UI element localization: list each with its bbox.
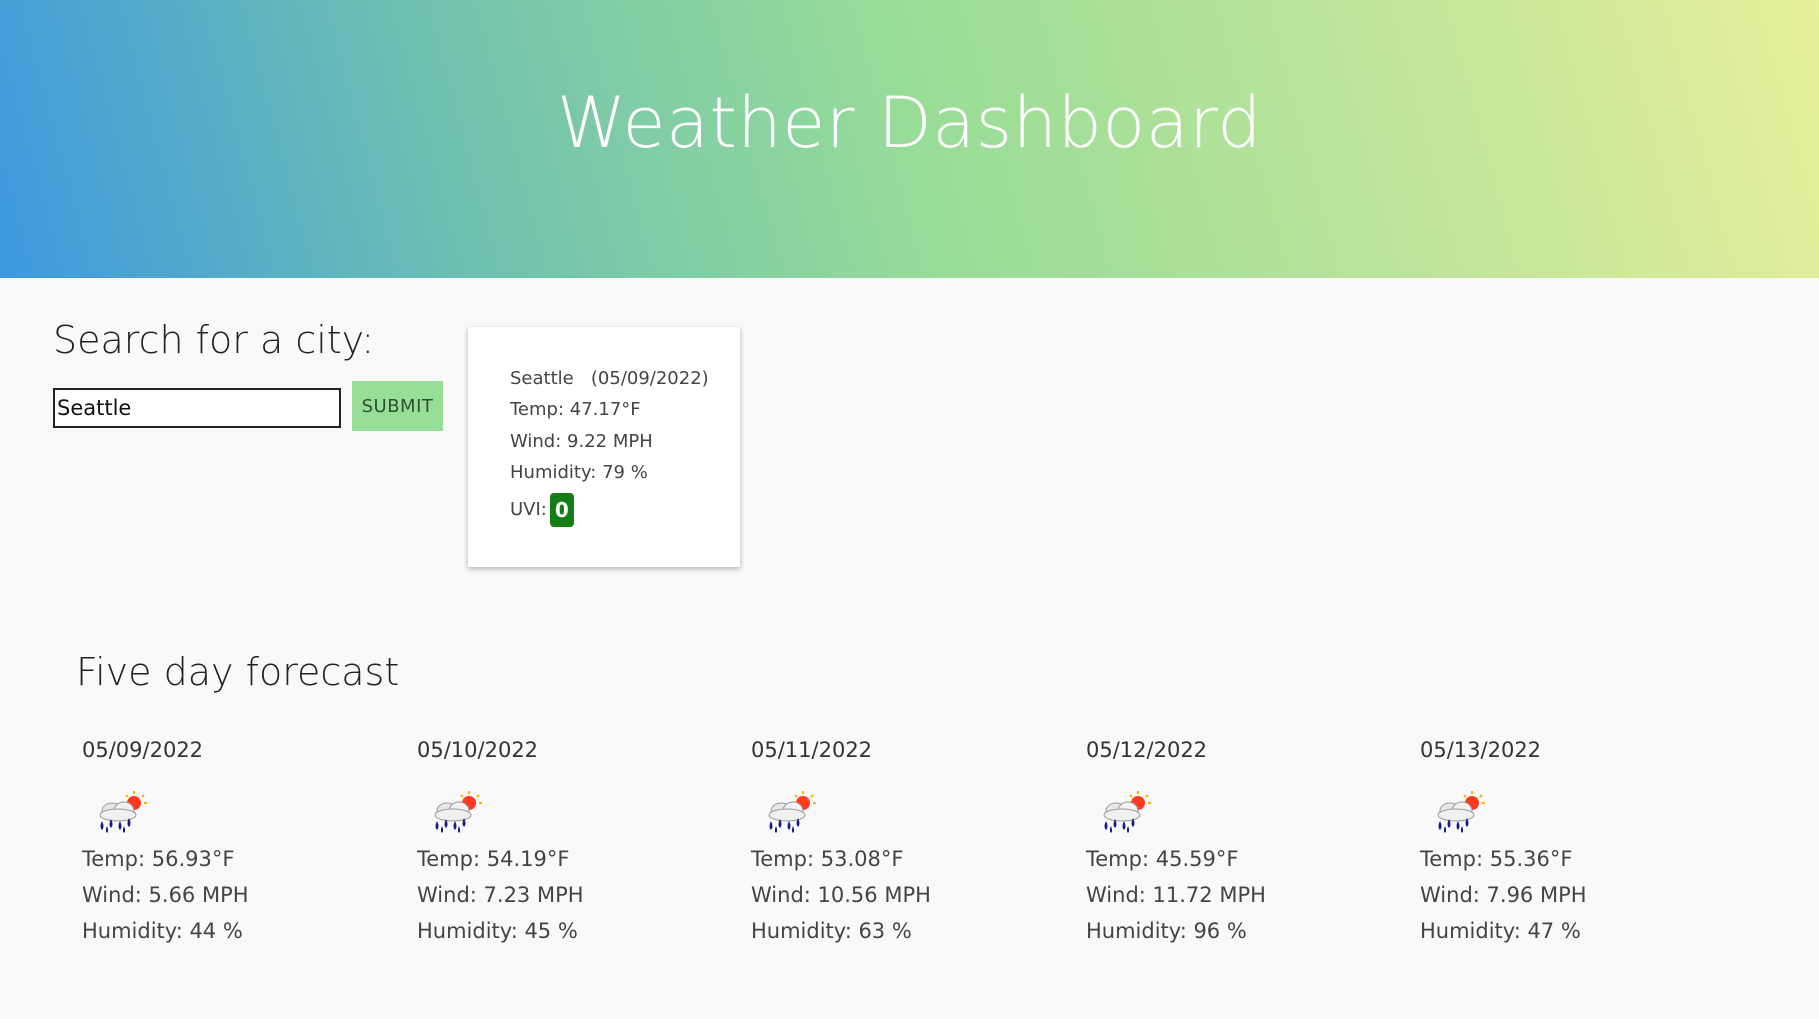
forecast-day-card: 05/11/2022 Temp: 53.08°F Wind: 10.56 MPH… bbox=[751, 738, 1051, 949]
forecast-temp: Temp: 45.59°F bbox=[1086, 847, 1239, 871]
forecast-temp: Temp: 56.93°F bbox=[82, 847, 235, 871]
current-city-date: Seattle (05/09/2022) bbox=[510, 368, 709, 389]
header-banner: Weather Dashboard bbox=[0, 0, 1819, 278]
uvi-badge: 0 bbox=[549, 493, 574, 527]
current-temp: Temp: 47.17°F bbox=[510, 399, 641, 420]
rain-sun-icon bbox=[761, 791, 817, 835]
forecast-humidity: Humidity: 44 % bbox=[82, 919, 243, 943]
forecast-wind: Wind: 7.96 MPH bbox=[1420, 883, 1587, 907]
forecast-date: 05/11/2022 bbox=[751, 738, 873, 762]
current-wind: Wind: 9.22 MPH bbox=[510, 431, 653, 452]
search-heading: Search for a city: bbox=[53, 318, 375, 362]
forecast-date: 05/10/2022 bbox=[417, 738, 539, 762]
forecast-heading: Five day forecast bbox=[76, 650, 400, 694]
forecast-date: 05/13/2022 bbox=[1420, 738, 1542, 762]
current-weather-card: Seattle (05/09/2022) Temp: 47.17°F Wind:… bbox=[468, 327, 740, 567]
forecast-wind: Wind: 11.72 MPH bbox=[1086, 883, 1266, 907]
forecast-day-card: 05/09/2022 Temp: 56.93°F Wind: 5.66 MPH … bbox=[82, 738, 382, 949]
uvi-label: UVI: bbox=[510, 499, 547, 520]
rain-sun-icon bbox=[1096, 791, 1152, 835]
forecast-temp: Temp: 55.36°F bbox=[1420, 847, 1573, 871]
forecast-wind: Wind: 10.56 MPH bbox=[751, 883, 931, 907]
forecast-humidity: Humidity: 63 % bbox=[751, 919, 912, 943]
rain-sun-icon bbox=[427, 791, 483, 835]
submit-button[interactable]: SUBMIT bbox=[352, 381, 443, 431]
forecast-day-card: 05/13/2022 Temp: 55.36°F Wind: 7.96 MPH … bbox=[1420, 738, 1720, 949]
forecast-humidity: Humidity: 96 % bbox=[1086, 919, 1247, 943]
forecast-day-card: 05/10/2022 Temp: 54.19°F Wind: 7.23 MPH … bbox=[417, 738, 717, 949]
forecast-day-card: 05/12/2022 Temp: 45.59°F Wind: 11.72 MPH… bbox=[1086, 738, 1386, 949]
forecast-date: 05/12/2022 bbox=[1086, 738, 1208, 762]
forecast-wind: Wind: 5.66 MPH bbox=[82, 883, 249, 907]
forecast-humidity: Humidity: 47 % bbox=[1420, 919, 1581, 943]
forecast-wind: Wind: 7.23 MPH bbox=[417, 883, 584, 907]
forecast-date: 05/09/2022 bbox=[82, 738, 204, 762]
rain-sun-icon bbox=[1430, 791, 1486, 835]
city-search-input[interactable] bbox=[53, 388, 341, 428]
page-title: Weather Dashboard bbox=[556, 82, 1263, 164]
rain-sun-icon bbox=[92, 791, 148, 835]
forecast-temp: Temp: 53.08°F bbox=[751, 847, 904, 871]
current-uvi-row: UVI: 0 bbox=[510, 493, 574, 527]
current-humidity: Humidity: 79 % bbox=[510, 462, 648, 483]
forecast-temp: Temp: 54.19°F bbox=[417, 847, 570, 871]
forecast-humidity: Humidity: 45 % bbox=[417, 919, 578, 943]
